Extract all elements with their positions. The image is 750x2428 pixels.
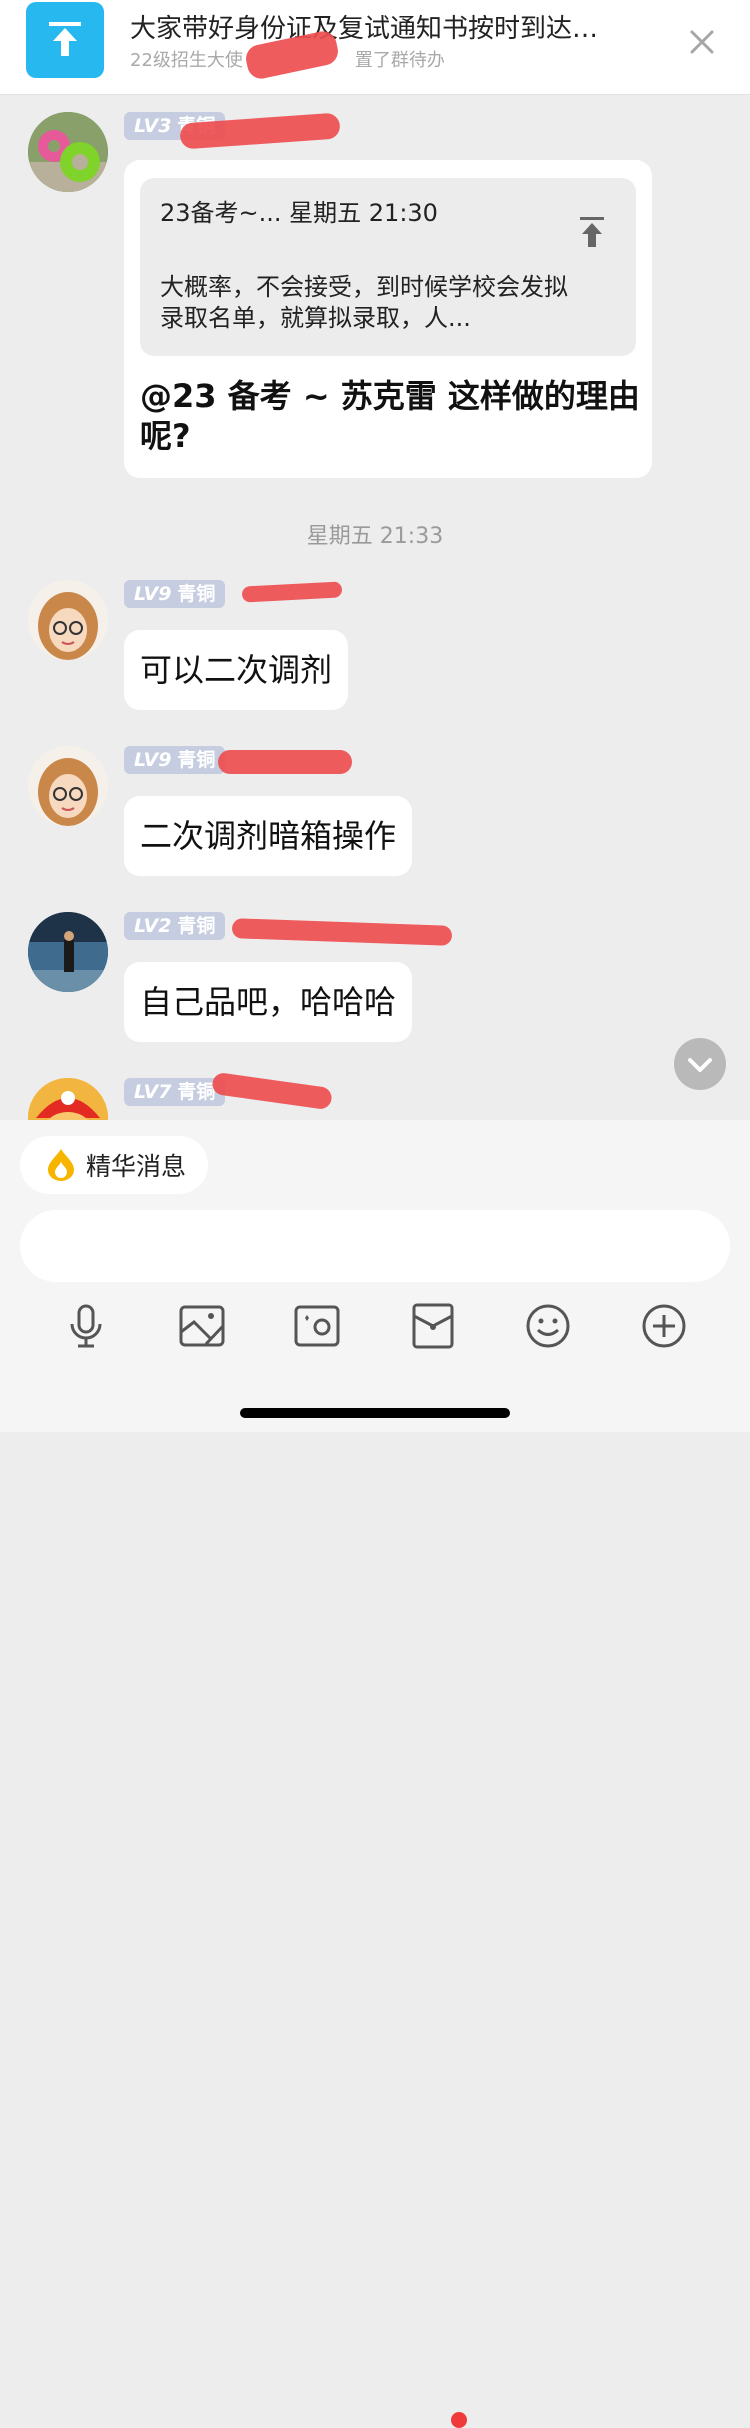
message-input[interactable]	[20, 1210, 730, 1282]
redaction-mark	[211, 1071, 333, 1111]
avatar[interactable]	[28, 112, 108, 192]
level-badge: LV9 青铜	[124, 746, 226, 774]
home-indicator	[240, 1408, 510, 1418]
timestamp: 星期五 21:33	[306, 524, 444, 549]
input-panel: 精华消息	[0, 1120, 750, 2428]
pin-to-top-icon	[26, 2, 104, 78]
sender-info: LV9 青铜	[124, 580, 226, 610]
level-badge: LV9 青铜	[124, 580, 226, 608]
notification-dot	[451, 2412, 467, 2428]
avatar[interactable]	[28, 912, 108, 992]
scroll-to-bottom-button[interactable]	[674, 1038, 726, 1090]
redaction-mark	[218, 750, 352, 774]
message-text: @23 备考 ~ 苏克雷 这样做的理由呢?	[140, 377, 640, 455]
close-icon[interactable]	[688, 28, 716, 56]
quoted-message-body: 大概率，不会接受，到时候学校会发拟录取名单，就算拟录取，人...	[160, 273, 568, 332]
plus-icon[interactable]	[640, 1302, 688, 1350]
pinned-todo-banner[interactable]: 大家带好身份证及复试通知书按时到达… 22级招生大使 置了群待办	[0, 0, 750, 95]
red-packet-icon[interactable]	[409, 1302, 457, 1350]
message-bubble[interactable]: 可以二次调剂	[124, 630, 349, 710]
camera-icon[interactable]	[293, 1302, 341, 1350]
redaction-mark	[231, 918, 453, 946]
sender-info: LV9 青铜	[124, 746, 226, 776]
avatar[interactable]	[28, 580, 108, 660]
emoji-icon[interactable]	[524, 1302, 572, 1350]
sender-info: LV7 青铜	[124, 1078, 226, 1108]
level-badge: LV7 青铜	[124, 1078, 226, 1106]
message-bubble[interactable]: 二次调剂暗箱操作	[124, 796, 413, 876]
sender-info: LV2 青铜	[124, 912, 226, 942]
flame-icon	[48, 1149, 74, 1181]
pin-to-top-icon	[580, 217, 604, 247]
essence-messages-button[interactable]: 精华消息	[20, 1136, 209, 1194]
image-icon[interactable]	[178, 1302, 226, 1350]
pinned-title: 大家带好身份证及复试通知书按时到达…	[130, 14, 599, 44]
microphone-icon[interactable]	[62, 1302, 110, 1350]
redaction-mark	[241, 581, 343, 603]
avatar[interactable]	[28, 746, 108, 826]
quoted-message[interactable]: 23备考~... 星期五 21:30 大概率，不会接受，到时候学校会发拟录取名单…	[140, 178, 636, 356]
quoted-message-header: 23备考~... 星期五 21:30	[160, 199, 438, 227]
level-badge: LV2 青铜	[124, 912, 226, 940]
essence-label: 精华消息	[86, 1152, 187, 1181]
chevron-down-icon	[688, 1058, 712, 1072]
message-bubble[interactable]: 自己品吧，哈哈哈	[124, 962, 413, 1042]
